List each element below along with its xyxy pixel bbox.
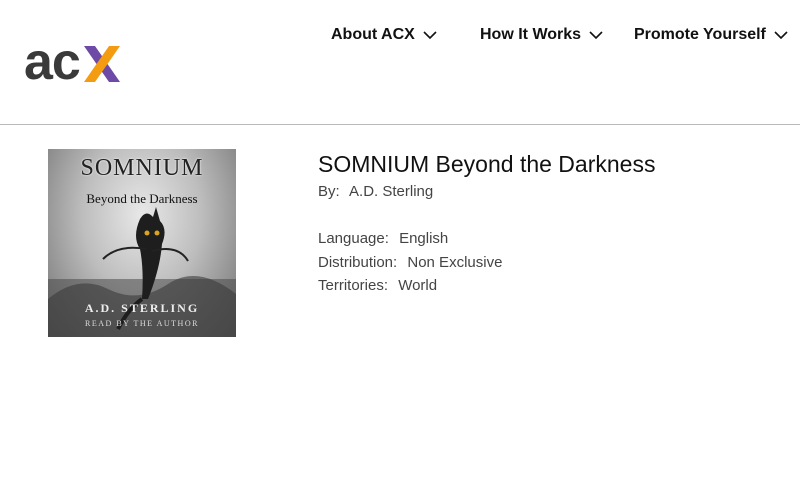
territories-row: Territories: World (318, 277, 437, 294)
nav-about-acx[interactable]: About ACX (331, 24, 437, 46)
chevron-down-icon (423, 31, 437, 40)
book-detail: SOMNIUM Beyond the Darkness A.D. STERLIN… (0, 126, 800, 500)
nav-how-it-works[interactable]: How It Works (480, 24, 603, 46)
acx-logo[interactable]: ac (24, 33, 122, 91)
distribution-value: Non Exclusive (407, 254, 503, 271)
language-row: Language: English (318, 230, 448, 247)
logo-x-mark (82, 44, 122, 84)
book-author-row: By: A.D. Sterling (318, 183, 433, 200)
distribution-row: Distribution: Non Exclusive (318, 254, 502, 271)
cover-title: SOMNIUM (80, 155, 204, 181)
logo-text: ac (24, 33, 81, 91)
chevron-down-icon (774, 31, 788, 40)
language-label: Language: (318, 230, 389, 247)
book-title: SOMNIUM Beyond the Darkness (318, 151, 656, 177)
cover-subtitle: Beyond the Darkness (86, 191, 198, 206)
cover-reader: READ BY THE AUTHOR (85, 319, 199, 328)
book-cover-image: SOMNIUM Beyond the Darkness A.D. STERLIN… (48, 149, 236, 337)
author-value: A.D. Sterling (349, 183, 434, 200)
nav-how-it-works-label: How It Works (480, 26, 582, 43)
territories-value: World (398, 277, 438, 294)
cover-author: A.D. STERLING (84, 301, 200, 315)
nav-about-acx-label: About ACX (331, 26, 415, 43)
chevron-down-icon (589, 31, 603, 40)
distribution-label: Distribution: (318, 254, 398, 271)
language-value: English (399, 230, 449, 247)
nav-promote-yourself[interactable]: Promote Yourself (634, 24, 788, 46)
nav-promote-yourself-label: Promote Yourself (634, 26, 766, 43)
site-header: ac About ACX How It Works Promote Yourse… (0, 0, 800, 125)
by-label: By: (318, 183, 340, 200)
territories-label: Territories: (318, 277, 389, 294)
